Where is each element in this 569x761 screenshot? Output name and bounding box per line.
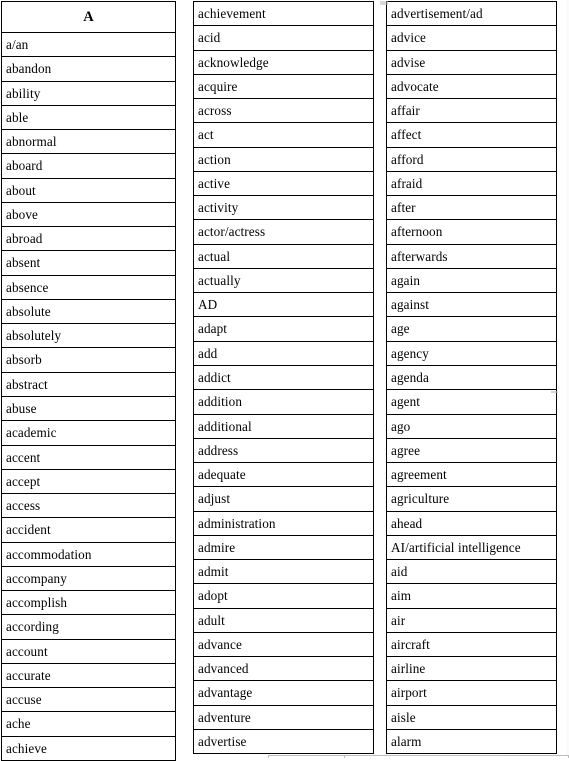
letter-heading: A [2,2,175,33]
word-cell: address [194,439,373,464]
word-cell: agree [387,439,556,464]
word-cell: active [194,172,373,197]
scan-artifact-top-mark [380,1,388,5]
word-cell: absence [2,276,175,300]
word-cell: afford [387,148,556,172]
word-cell: abroad [2,227,175,252]
word-cell: age [387,317,556,342]
word-cell: air [387,609,556,633]
word-cell: about [2,179,175,203]
word-cell: acid [194,26,373,51]
word-cell: addict [194,366,373,391]
word-cell: act [194,123,373,148]
word-cell: agenda [387,366,556,391]
word-cell: abuse [2,397,175,422]
word-cell: abandon [2,57,175,82]
word-cell: agent [387,390,556,415]
word-cell: advanced [194,657,373,682]
word-cell: adequate [194,463,373,488]
word-cell: admire [194,536,373,561]
scan-artifact-right-tick [551,391,558,393]
word-cell: actual [194,245,373,269]
word-cell: agriculture [387,487,556,512]
word-cell: absent [2,251,175,276]
word-cell: account [2,640,175,664]
word-cell: aboard [2,154,175,179]
word-cell: accuse [2,688,175,713]
word-cell: additional [194,415,373,439]
word-cell: action [194,148,373,172]
word-cell: accent [2,446,175,470]
word-cell: affect [387,123,556,148]
word-cell: actor/actress [194,220,373,245]
word-cell: accomplish [2,591,175,616]
word-cell: addition [194,390,373,415]
word-cell: airline [387,657,556,682]
word-cell: accept [2,470,175,495]
word-column-3: advertisement/ad advice advise advocate affa… [386,1,557,755]
word-cell: advocate [387,75,556,100]
word-column-2: achievement acid acknowledge acquire across a… [193,1,374,755]
word-cell: aim [387,584,556,609]
word-cell: afterwards [387,245,556,269]
word-cell: agency [387,342,556,366]
word-cell: add [194,342,373,366]
word-cell: achieve [2,737,175,761]
word-cell: able [2,106,175,131]
vocabulary-page: Aa/an abandon ability able abnormal aboard abo… [0,0,569,761]
word-cell: abnormal [2,130,175,155]
word-cell: administration [194,512,373,536]
word-cell: access [2,494,175,519]
word-cell: advertise [194,730,373,755]
word-cell: adult [194,609,373,633]
word-cell: against [387,293,556,318]
word-cell: advertisement/ad [387,2,556,27]
word-cell: ago [387,415,556,439]
word-cell: academic [2,421,175,446]
word-cell: achievement [194,2,373,27]
word-cell: ache [2,712,175,737]
word-cell: adopt [194,584,373,609]
word-cell: absorb [2,348,175,373]
word-cell: afraid [387,172,556,197]
word-cell: according [2,615,175,640]
word-cell: adjust [194,487,373,512]
word-cell: alarm [387,730,556,755]
word-cell: actually [194,269,373,294]
word-cell: activity [194,196,373,221]
word-cell: afternoon [387,220,556,245]
word-cell: after [387,196,556,221]
word-cell: again [387,269,556,294]
word-column-1: Aa/an abandon ability able abnormal aboard abo… [1,1,176,761]
word-cell: accident [2,518,175,543]
word-cell: absolutely [2,324,175,349]
word-cell: adapt [194,317,373,342]
word-cell: admit [194,560,373,585]
word-cell: above [2,203,175,228]
word-cell: AD [194,293,373,318]
word-cell: agreement [387,463,556,488]
word-cell: advice [387,26,556,51]
word-cell: accompany [2,567,175,592]
word-cell: abstract [2,373,175,397]
word-cell: aid [387,560,556,585]
word-cell: ahead [387,512,556,536]
word-cell: a/an [2,33,175,58]
word-cell: accurate [2,664,175,689]
word-cell: advise [387,51,556,75]
word-cell: adventure [194,706,373,730]
word-cell: across [194,99,373,124]
word-cell: AI/artificial intelligence [387,536,556,561]
word-cell: advantage [194,681,373,706]
word-cell: aircraft [387,633,556,658]
word-cell: accommodation [2,543,175,567]
word-cell: acquire [194,75,373,100]
word-cell: advance [194,633,373,658]
word-cell: affair [387,99,556,124]
word-cell: acknowledge [194,51,373,75]
word-cell: ability [2,82,175,106]
word-cell: airport [387,681,556,706]
word-cell: absolute [2,300,175,325]
word-cell: aisle [387,706,556,730]
